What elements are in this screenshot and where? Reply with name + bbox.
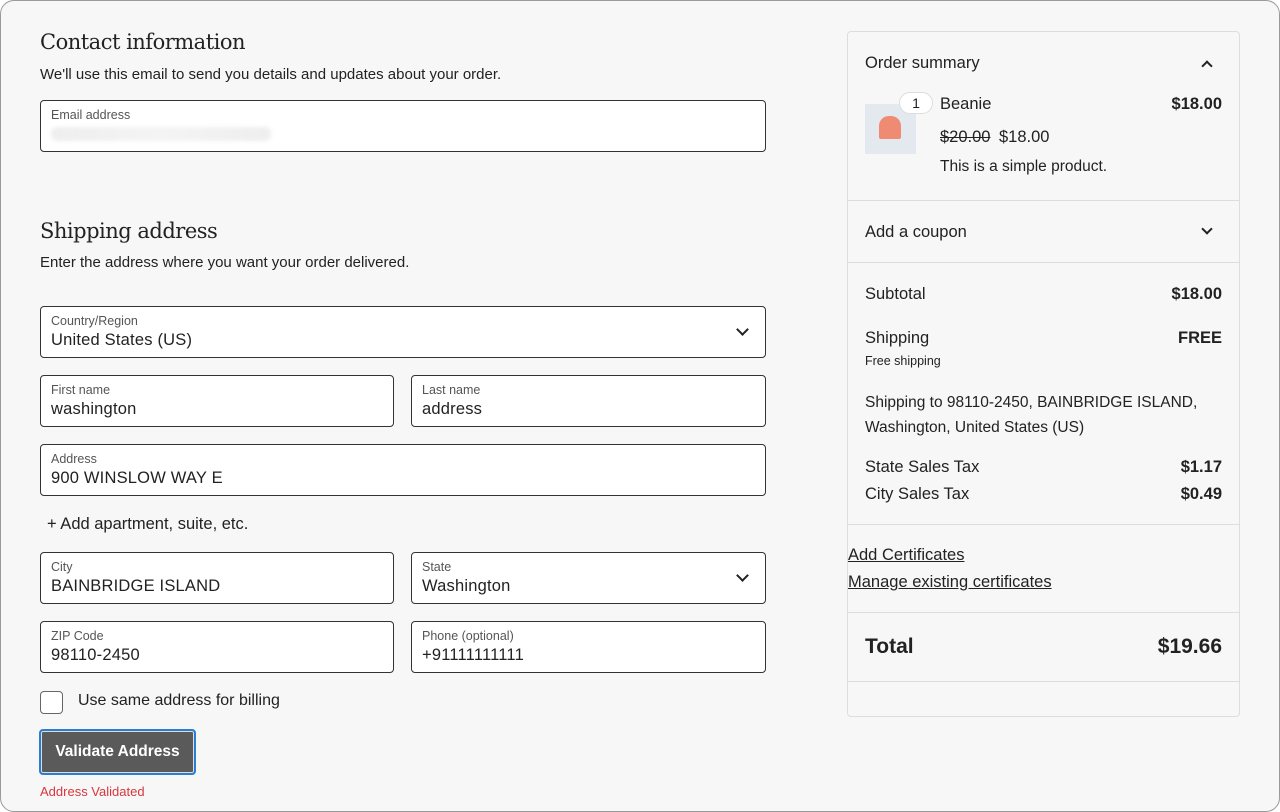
state-tax-label: State Sales Tax bbox=[865, 458, 979, 477]
total-value: $19.66 bbox=[1158, 635, 1222, 659]
order-summary-panel: Order summary 1 Beanie $18.00 $20.00 $18… bbox=[847, 31, 1240, 717]
certificates-section: Add Certificates Manage existing certifi… bbox=[848, 524, 1239, 612]
shipping-title: Shipping address bbox=[40, 219, 217, 243]
order-summary-title[interactable]: Order summary bbox=[865, 54, 980, 73]
shipping-destination: Shipping to 98110-2450, BAINBRIDGE ISLAN… bbox=[865, 390, 1215, 440]
address-field[interactable]: Address 900 WINSLOW WAY E bbox=[40, 444, 766, 496]
first-name-label: First name bbox=[51, 383, 110, 397]
state-tax-value: $1.17 bbox=[1181, 458, 1222, 477]
shipping-label: Shipping bbox=[865, 329, 929, 348]
beanie-icon bbox=[879, 116, 901, 139]
contact-subtitle: We'll use this email to send you details… bbox=[40, 66, 501, 83]
chevron-up-icon[interactable] bbox=[1201, 60, 1212, 71]
add-certificates-link[interactable]: Add Certificates bbox=[848, 546, 964, 565]
state-value: Washington bbox=[422, 577, 511, 596]
country-value: United States (US) bbox=[51, 331, 192, 350]
subtotal-label: Subtotal bbox=[865, 285, 926, 304]
shipping-method: Free shipping bbox=[865, 354, 941, 368]
billing-checkbox[interactable] bbox=[40, 691, 63, 714]
first-name-field[interactable]: First name washington bbox=[40, 375, 394, 427]
total-section: Total $19.66 bbox=[848, 612, 1239, 682]
product-price: $18.00 bbox=[1172, 95, 1222, 114]
city-field[interactable]: City BAINBRIDGE ISLAND bbox=[40, 552, 394, 604]
shipping-value: FREE bbox=[1178, 329, 1222, 348]
chevron-down-icon bbox=[736, 323, 749, 336]
shipping-subtitle: Enter the address where you want your or… bbox=[40, 254, 409, 271]
email-field[interactable]: Email address bbox=[40, 100, 766, 152]
state-label: State bbox=[422, 560, 451, 574]
quantity-badge: 1 bbox=[899, 92, 933, 114]
subtotal-value: $18.00 bbox=[1172, 285, 1222, 304]
coupon-section[interactable]: Add a coupon bbox=[848, 200, 1239, 262]
sale-price: $18.00 bbox=[999, 128, 1049, 147]
last-name-label: Last name bbox=[422, 383, 480, 397]
email-label: Email address bbox=[51, 108, 130, 122]
zip-label: ZIP Code bbox=[51, 629, 104, 643]
checkout-page: Contact information We'll use this email… bbox=[0, 0, 1280, 812]
zip-value: 98110-2450 bbox=[51, 646, 140, 665]
validate-address-button[interactable]: Validate Address bbox=[39, 729, 196, 775]
city-tax-label: City Sales Tax bbox=[865, 485, 969, 504]
manage-certificates-link[interactable]: Manage existing certificates bbox=[848, 573, 1052, 592]
billing-checkbox-label[interactable]: Use same address for billing bbox=[78, 692, 280, 710]
product-name: Beanie bbox=[940, 95, 991, 114]
state-select[interactable]: State Washington bbox=[411, 552, 766, 604]
original-price: $20.00 bbox=[940, 128, 990, 147]
totals-section: Subtotal $18.00 Shipping FREE Free shipp… bbox=[848, 262, 1239, 524]
zip-field[interactable]: ZIP Code 98110-2450 bbox=[40, 621, 394, 673]
phone-label: Phone (optional) bbox=[422, 629, 514, 643]
address-label: Address bbox=[51, 452, 97, 466]
total-label: Total bbox=[865, 635, 914, 659]
address-value: 900 WINSLOW WAY E bbox=[51, 469, 223, 488]
last-name-field[interactable]: Last name address bbox=[411, 375, 766, 427]
chevron-down-icon bbox=[736, 569, 749, 582]
validation-status: Address Validated bbox=[40, 784, 145, 799]
city-value: BAINBRIDGE ISLAND bbox=[51, 577, 220, 596]
chevron-down-icon[interactable] bbox=[1201, 223, 1212, 234]
last-name-value: address bbox=[422, 400, 482, 419]
phone-field[interactable]: Phone (optional) +91111111111 bbox=[411, 621, 766, 673]
add-apartment-link[interactable]: + Add apartment, suite, etc. bbox=[47, 515, 248, 534]
contact-title: Contact information bbox=[40, 30, 245, 54]
city-tax-value: $0.49 bbox=[1181, 485, 1222, 504]
first-name-value: washington bbox=[51, 400, 136, 419]
country-select[interactable]: Country/Region United States (US) bbox=[40, 306, 766, 358]
country-label: Country/Region bbox=[51, 314, 138, 328]
add-coupon-label[interactable]: Add a coupon bbox=[865, 223, 967, 242]
product-description: This is a simple product. bbox=[940, 158, 1107, 176]
email-redacted bbox=[51, 127, 271, 141]
phone-value: +91111111111 bbox=[422, 646, 524, 665]
city-label: City bbox=[51, 560, 73, 574]
